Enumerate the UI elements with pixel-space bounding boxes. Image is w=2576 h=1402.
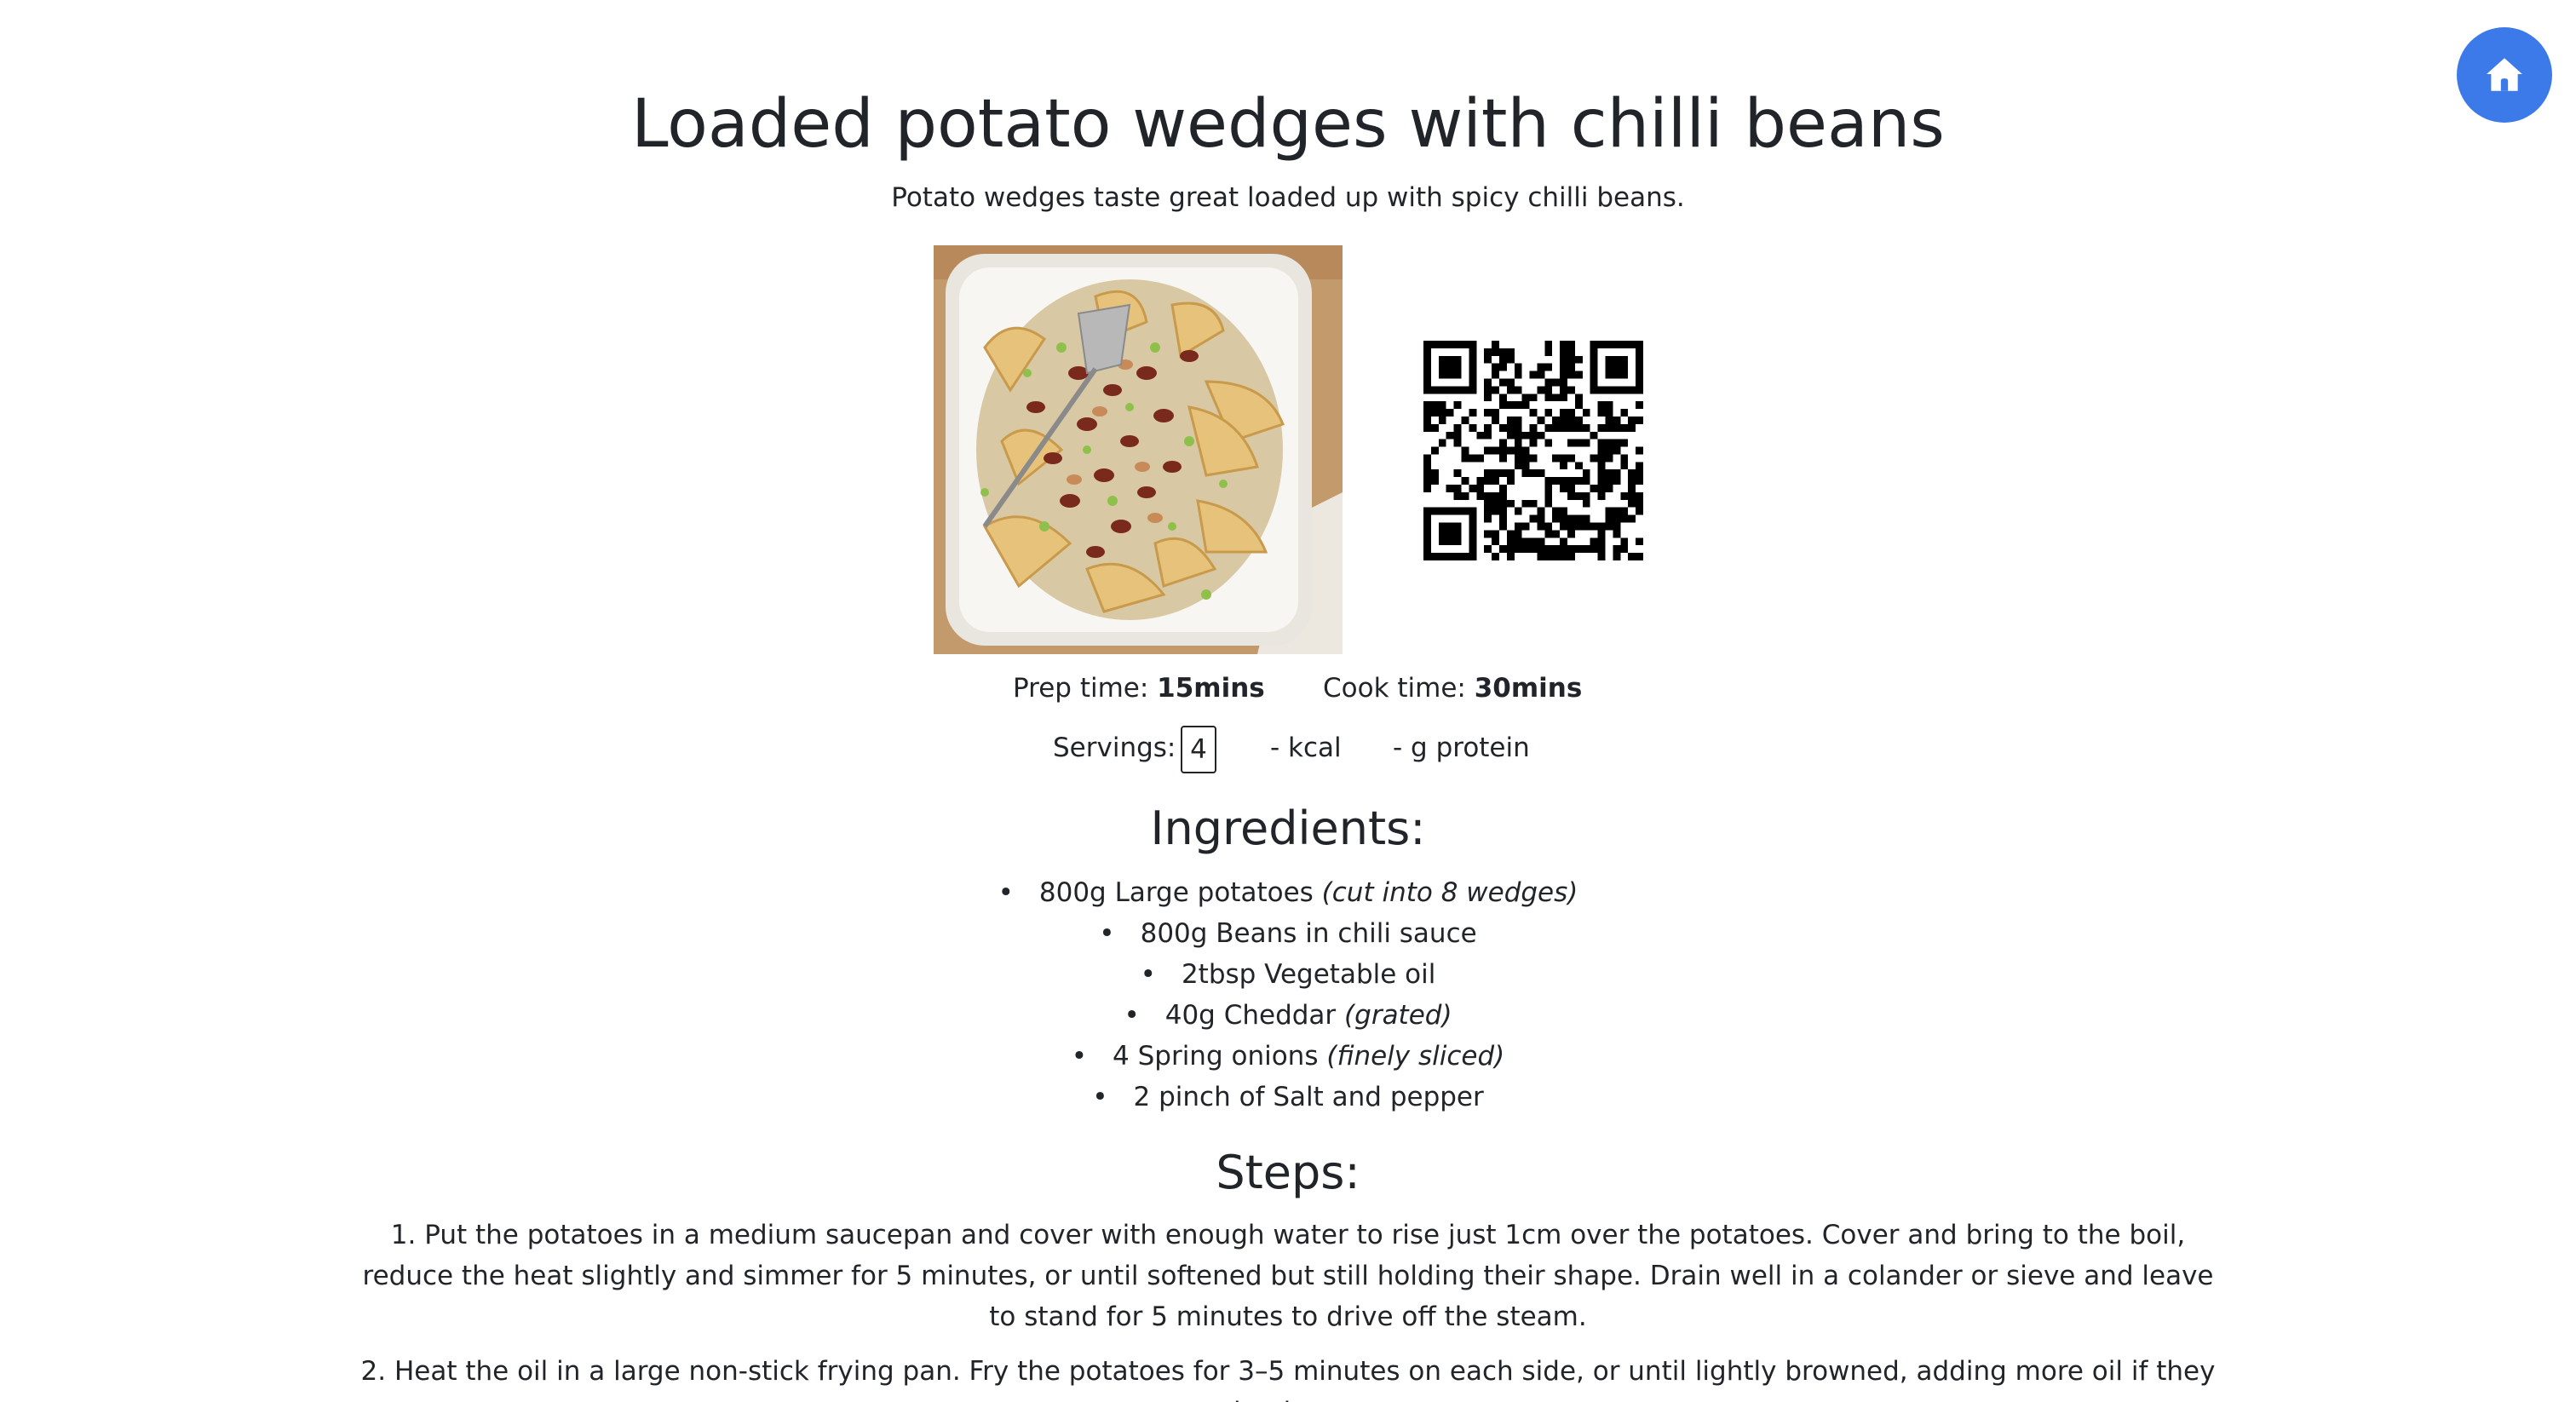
cook-time: Cook time: 30mins [1323,669,1582,707]
qr-code [1423,341,1643,560]
servings-input[interactable] [1181,726,1216,773]
recipe-photo [934,245,1343,654]
step-item: 2. Heat the oil in a large non-stick fry… [360,1356,2216,1402]
ingredients-list: 800g Large potatoes (cut into 8 wedges) … [0,872,2576,1118]
ingredient-item: 800g Large potatoes (cut into 8 wedges) [0,872,2576,913]
ingredients-heading: Ingredients: [1150,802,1426,855]
cook-time-value: 30mins [1474,673,1583,704]
ingredient-item: 4 Spring onions (finely sliced) [0,1036,2576,1077]
recipe-title: Loaded potato wedges with chilli beans [631,86,1945,163]
prep-time: Prep time: 15mins [1013,669,1265,707]
ingredient-item: 2tbsp Vegetable oil [0,954,2576,995]
kcal-value: - kcal [1270,733,1342,763]
prep-time-label: Prep time: [1013,673,1149,704]
protein-value: - g protein [1393,733,1530,763]
recipe-description: Potato wedges taste great loaded up with… [891,182,1685,213]
recipe-page: Loaded potato wedges with chilli beans P… [0,0,2576,1402]
servings-label: Servings: [1053,733,1176,763]
ingredient-item: 40g Cheddar (grated) [0,995,2576,1036]
ingredient-item: 800g Beans in chili sauce [0,913,2576,954]
steps-heading: Steps: [1216,1146,1360,1199]
prep-time-value: 15mins [1157,673,1265,704]
cook-time-label: Cook time: [1323,673,1466,704]
steps-list: 1. Put the potatoes in a medium saucepan… [348,1215,2228,1402]
step-item: 1. Put the potatoes in a medium saucepan… [362,1220,2214,1332]
ingredient-item: 2 pinch of Salt and pepper [0,1077,2576,1118]
